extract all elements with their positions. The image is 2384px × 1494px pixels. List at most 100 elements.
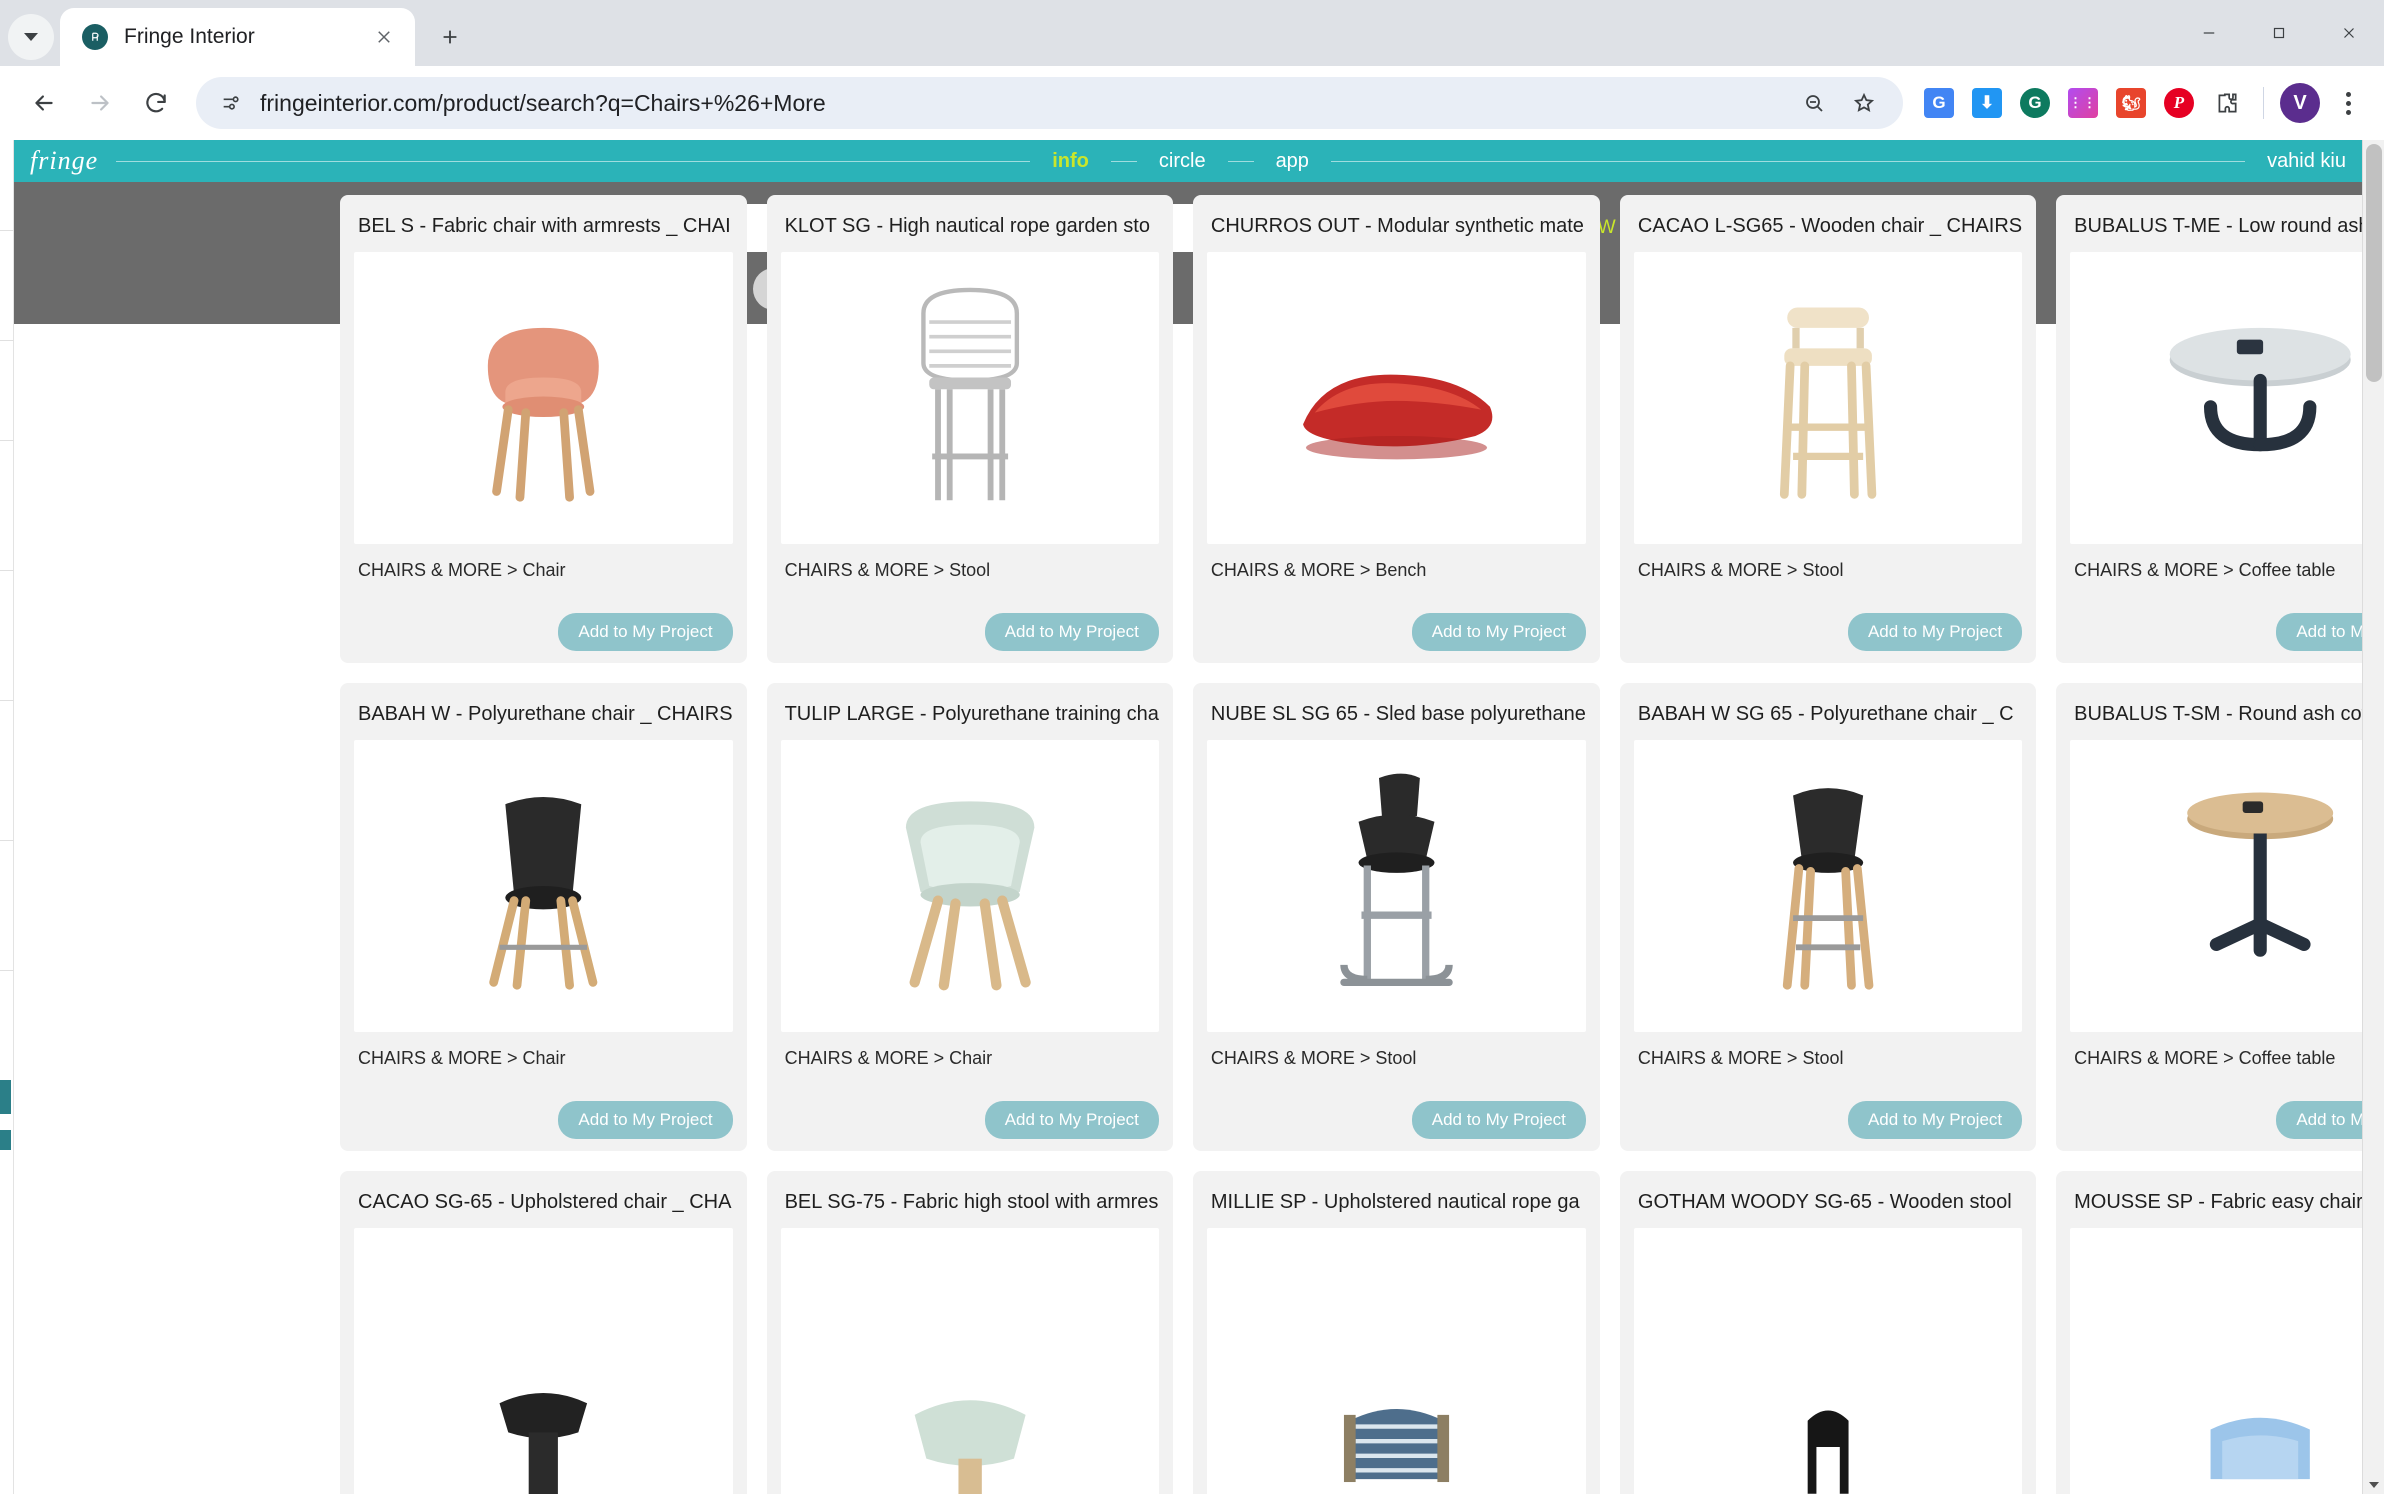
product-image[interactable] [1633, 252, 2023, 544]
browser-tab[interactable]: Fringe Interior [60, 8, 415, 66]
add-to-my-project-button[interactable]: Add to My Project [558, 1101, 733, 1139]
window-controls [2174, 0, 2384, 66]
forward-icon[interactable] [72, 75, 128, 131]
product-category: CHAIRS & MORE > Chair [358, 560, 566, 580]
product-image[interactable] [1633, 1228, 2023, 1494]
product-card[interactable]: CACAO SG-65 - Upholstered chair _ CHA Ad… [340, 1171, 747, 1494]
add-to-my-project-button[interactable]: Add to My Project [2276, 1101, 2362, 1139]
product-image[interactable] [1206, 740, 1586, 1032]
fringe-favicon-icon [82, 24, 108, 50]
squirrel-extension-icon[interactable]: 🐿 [2111, 83, 2151, 123]
new-tab-button[interactable] [427, 14, 473, 60]
add-to-my-project-button[interactable]: Add to My Project [984, 1101, 1159, 1139]
product-title: NUBE SL SG 65 - Sled base polyurethane [1210, 703, 1586, 725]
add-to-my-project-button[interactable]: Add to My Project [984, 613, 1159, 651]
product-image[interactable] [1206, 252, 1586, 544]
add-to-my-project-button[interactable]: Add to My Project [1847, 1101, 2023, 1139]
tab-search-button[interactable] [8, 14, 54, 60]
omnibox-actions [1791, 80, 1887, 126]
product-category: CHAIRS & MORE > Coffee table [2074, 1048, 2336, 1068]
product-card[interactable]: BABAH W - Polyurethane chair _ CHAIRS CH… [340, 683, 747, 1151]
product-category: CHAIRS & MORE > Bench [1210, 560, 1427, 580]
card-actions: Add to My Project [1634, 613, 2023, 651]
zoom-out-icon[interactable] [1791, 80, 1837, 126]
product-card[interactable]: NUBE SL SG 65 - Sled base polyurethane C… [1192, 683, 1600, 1151]
product-image[interactable] [1206, 1228, 1586, 1494]
url-text: fringeinterior.com/product/search?q=Chai… [260, 89, 826, 116]
card-actions: Add to My Project [781, 1101, 1159, 1139]
product-title: CACAO SG-65 - Upholstered chair _ CHA [358, 1191, 732, 1213]
product-title: KLOT SG - High nautical rope garden sto [784, 215, 1150, 237]
site-settings-icon[interactable] [212, 84, 250, 122]
add-to-my-project-button[interactable]: Add to My Project [1411, 613, 1586, 651]
close-icon[interactable] [367, 20, 401, 54]
close-window-icon[interactable] [2314, 0, 2384, 66]
chevron-down-icon [24, 33, 38, 41]
product-card[interactable]: GOTHAM WOODY SG-65 - Wooden stool Add to… [1619, 1171, 2037, 1494]
card-actions: Add to My Project [354, 1101, 733, 1139]
product-title: BABAH W - Polyurethane chair _ CHAIRS [358, 703, 733, 725]
extensions-row: G ⬇ G ⋮⋮ 🐿 P V [1919, 83, 2368, 123]
product-image[interactable] [2070, 1228, 2362, 1494]
add-to-my-project-button[interactable]: Add to My Project [1847, 613, 2023, 651]
product-image[interactable] [354, 1228, 733, 1494]
product-card[interactable]: CACAO L-SG65 - Wooden chair _ CHAIRS CHA… [1619, 195, 2037, 663]
product-image[interactable] [780, 1228, 1159, 1494]
product-image[interactable] [780, 252, 1159, 544]
product-title: BUBALUS T-SM - Round ash coffee table [2074, 703, 2362, 725]
product-card[interactable]: BEL S - Fabric chair with armrests _ CHA… [340, 195, 747, 663]
product-title: BEL SG-75 - Fabric high stool with armre… [784, 1191, 1159, 1213]
card-actions: Add to My Project [354, 613, 733, 651]
purple-grid-extension-icon[interactable]: ⋮⋮ [2063, 83, 2103, 123]
card-actions: Add to My Project [1207, 1101, 1586, 1139]
avatar[interactable]: V [2280, 83, 2320, 123]
scroll-down-icon[interactable] [2363, 1476, 2384, 1494]
product-title: BEL S - Fabric chair with armrests _ CHA… [358, 215, 731, 237]
reload-icon[interactable] [128, 75, 184, 131]
chrome-menu-icon[interactable] [2328, 83, 2368, 123]
product-card[interactable]: MOUSSE SP - Fabric easy chair with armr … [2056, 1171, 2362, 1494]
pinterest-icon[interactable]: P [2159, 83, 2199, 123]
left-rail [0, 140, 14, 1494]
toolbar-divider [2263, 87, 2264, 119]
product-grid: BEL S - Fabric chair with armrests _ CHA… [340, 195, 2362, 1494]
product-card[interactable]: KLOT SG - High nautical rope garden sto … [766, 195, 1173, 663]
minimize-icon[interactable] [2174, 0, 2244, 66]
address-bar[interactable]: fringeinterior.com/product/search?q=Chai… [196, 77, 1903, 129]
back-icon[interactable] [16, 75, 72, 131]
download-manager-icon[interactable]: ⬇ [1967, 83, 2007, 123]
card-actions: Add to My Project [2070, 1101, 2362, 1139]
results-area: BEL S - Fabric chair with armrests _ CHA… [14, 140, 2362, 1494]
add-to-my-project-button[interactable]: Add to My Project [1411, 1101, 1586, 1139]
page-viewport: fringe info circle app vahid kiu Chairs … [0, 140, 2384, 1494]
product-card[interactable]: BABAH W SG 65 - Polyurethane chair _ C C… [1619, 683, 2037, 1151]
product-category: CHAIRS & MORE > Chair [358, 1048, 566, 1068]
product-image[interactable] [354, 740, 733, 1032]
add-to-my-project-button[interactable]: Add to My Project [558, 613, 733, 651]
product-image[interactable] [2070, 740, 2362, 1032]
product-category: CHAIRS & MORE > Stool [1637, 560, 1844, 580]
google-translate-icon[interactable]: G [1919, 83, 1959, 123]
scrollbar-thumb[interactable] [2366, 144, 2382, 382]
product-image[interactable] [780, 740, 1159, 1032]
product-image[interactable] [1633, 740, 2023, 1032]
browser-toolbar: fringeinterior.com/product/search?q=Chai… [0, 66, 2384, 140]
add-to-my-project-button[interactable]: Add to My Project [2276, 613, 2362, 651]
maximize-icon[interactable] [2244, 0, 2314, 66]
extensions-puzzle-icon[interactable] [2207, 83, 2247, 123]
product-category: CHAIRS & MORE > Stool [1637, 1048, 1844, 1068]
product-card[interactable]: BUBALUS T-ME - Low round ash coffee t CH… [2056, 195, 2362, 663]
product-card[interactable]: BEL SG-75 - Fabric high stool with armre… [766, 1171, 1173, 1494]
product-card[interactable]: BUBALUS T-SM - Round ash coffee table CH… [2056, 683, 2362, 1151]
product-card[interactable]: CHURROS OUT - Modular synthetic mate CHA… [1192, 195, 1600, 663]
product-card[interactable]: MILLIE SP - Upholstered nautical rope ga… [1192, 1171, 1600, 1494]
product-image[interactable] [2070, 252, 2362, 544]
page-scrollbar[interactable] [2362, 140, 2384, 1494]
product-title: GOTHAM WOODY SG-65 - Wooden stool [1637, 1191, 2012, 1213]
bookmark-star-icon[interactable] [1841, 80, 1887, 126]
grammarly-icon[interactable]: G [2015, 83, 2055, 123]
product-image[interactable] [354, 252, 733, 544]
product-title: CHURROS OUT - Modular synthetic mate [1210, 215, 1584, 237]
product-card[interactable]: TULIP LARGE - Polyurethane training cha … [766, 683, 1173, 1151]
product-title: MILLIE SP - Upholstered nautical rope ga [1210, 1191, 1580, 1213]
